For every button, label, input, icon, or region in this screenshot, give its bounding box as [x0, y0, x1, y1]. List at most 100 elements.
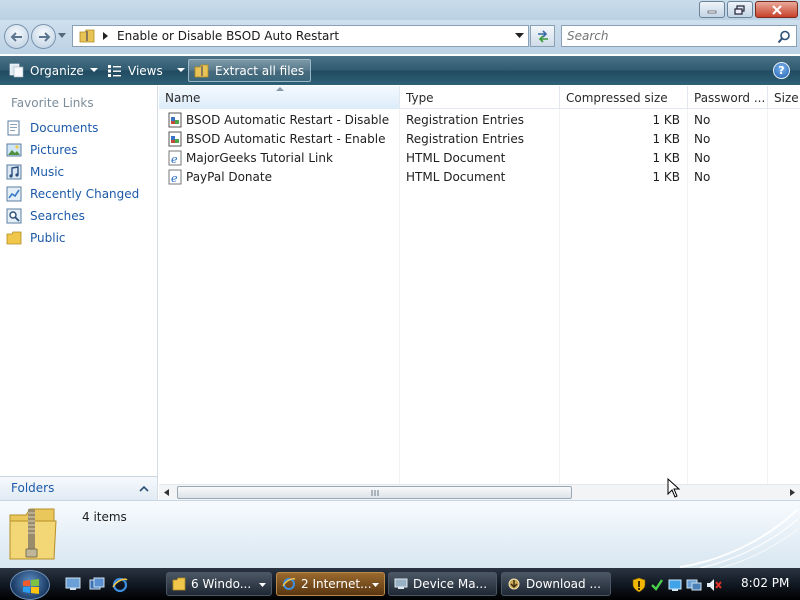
file-row[interactable]: e MajorGeeks Tutorial Link HTML Document… [159, 148, 800, 167]
grip-icon [371, 490, 379, 496]
svg-text:e: e [171, 153, 178, 166]
back-arrow-icon [10, 32, 22, 42]
search-box[interactable] [561, 25, 797, 47]
column-header-password[interactable]: Password ... [688, 86, 768, 109]
search-input[interactable] [562, 26, 767, 46]
taskbar-task-download[interactable]: Download ... [501, 572, 611, 596]
address-dropdown-icon[interactable] [515, 33, 524, 39]
taskbar-task-device-manager[interactable]: Device Ma... [388, 572, 497, 596]
folders-toggle[interactable]: Folders [0, 476, 158, 500]
security-alert-icon[interactable] [632, 577, 646, 593]
file-type-cell: Registration Entries [406, 112, 524, 127]
file-row[interactable]: BSOD Automatic Restart - Disable Registr… [159, 110, 800, 129]
task-label: 6 Windo... [191, 577, 252, 591]
scrollbar-thumb[interactable] [177, 486, 572, 499]
task-group-dropdown-icon [372, 583, 379, 587]
address-bar[interactable]: Enable or Disable BSOD Auto Restart [72, 25, 529, 47]
decorative-swoosh [679, 508, 799, 568]
system-tray [632, 574, 722, 596]
nav-link-music[interactable]: Music [6, 162, 64, 182]
column-header-row: Name Type Compressed size Password ... S… [159, 86, 800, 109]
internet-explorer-icon [282, 578, 296, 590]
column-header-type[interactable]: Type [400, 86, 560, 109]
breadcrumb-arrow-icon[interactable] [103, 32, 109, 40]
forward-button[interactable] [31, 24, 56, 49]
close-icon [771, 4, 782, 15]
file-password-cell: No [694, 131, 711, 146]
nav-link-recently-changed[interactable]: Recently Changed [6, 184, 139, 204]
registry-file-icon [168, 112, 182, 127]
nav-link-label: Documents [30, 121, 99, 135]
file-name: MajorGeeks Tutorial Link [186, 150, 333, 165]
back-button[interactable] [4, 24, 29, 49]
recent-pages-dropdown-icon[interactable] [58, 33, 66, 39]
system-clock[interactable]: 8:02 PM [741, 576, 789, 590]
file-name-cell: BSOD Automatic Restart - Enable [167, 129, 397, 148]
file-row[interactable]: BSOD Automatic Restart - Enable Registra… [159, 129, 800, 148]
organize-icon [9, 63, 24, 78]
close-button[interactable] [755, 1, 798, 18]
organize-label: Organize [30, 63, 84, 78]
switch-windows-icon[interactable] [89, 577, 105, 591]
file-type-cell: Registration Entries [406, 131, 524, 146]
file-name: BSOD Automatic Restart - Disable [186, 112, 390, 127]
organize-button[interactable]: Organize [9, 59, 98, 82]
download-icon [508, 578, 520, 590]
views-icon [108, 64, 121, 77]
taskbar-task-explorer[interactable]: 6 Windo... [166, 572, 272, 596]
updates-icon[interactable] [650, 577, 664, 593]
nav-link-label: Searches [30, 209, 85, 223]
extract-all-files-label: Extract all files [215, 63, 305, 78]
refresh-button[interactable] [530, 25, 555, 47]
column-header-size[interactable]: Size [768, 86, 800, 109]
file-type-cell: HTML Document [406, 169, 506, 184]
horizontal-scrollbar[interactable] [159, 484, 800, 500]
extract-all-files-button[interactable]: Extract all files [188, 59, 312, 82]
help-button[interactable]: ? [773, 62, 790, 79]
file-password-cell: No [694, 169, 711, 184]
display-icon[interactable] [686, 577, 702, 593]
recently-changed-icon [6, 186, 22, 202]
show-desktop-icon[interactable] [65, 577, 81, 591]
nav-link-documents[interactable]: Documents [6, 118, 98, 138]
device-manager-icon [394, 578, 408, 589]
file-password-cell: No [694, 150, 711, 165]
item-count: 4 items [82, 510, 127, 524]
zip-folder-large-icon [9, 508, 57, 560]
windows-logo-icon [23, 579, 39, 594]
file-compressed-size-cell: 1 KB [652, 150, 680, 165]
maximize-button[interactable] [727, 1, 753, 18]
views-dropdown-icon [176, 68, 185, 72]
organize-dropdown-icon [89, 68, 98, 72]
file-list: Name Type Compressed size Password ... S… [159, 86, 800, 484]
nav-link-searches[interactable]: Searches [6, 206, 85, 226]
column-header-compressed-size[interactable]: Compressed size [560, 86, 688, 109]
internet-explorer-icon[interactable] [112, 577, 128, 593]
html-document-icon: e [168, 169, 182, 185]
views-button[interactable]: Views [107, 59, 185, 82]
task-group-dropdown-icon [259, 583, 266, 587]
network-icon[interactable] [668, 577, 682, 593]
start-button[interactable] [10, 570, 50, 600]
file-name-cell: BSOD Automatic Restart - Disable [167, 110, 397, 129]
breadcrumb-current[interactable]: Enable or Disable BSOD Auto Restart [117, 29, 339, 43]
volume-muted-icon[interactable] [706, 577, 722, 593]
sort-ascending-icon [276, 87, 284, 91]
nav-link-public[interactable]: Public [6, 228, 66, 248]
scroll-left-icon[interactable] [164, 489, 169, 496]
search-icon[interactable] [777, 30, 791, 44]
file-row[interactable]: e PayPal Donate HTML Document 1 KB No [159, 167, 800, 186]
task-label: 2 Internet... [301, 577, 372, 591]
file-type-cell: HTML Document [406, 150, 506, 165]
scroll-right-icon[interactable] [790, 489, 795, 496]
taskbar-task-internet-explorer[interactable]: 2 Internet... [276, 572, 385, 596]
folders-label: Folders [11, 481, 55, 495]
folder-icon [172, 577, 186, 591]
views-label: Views [128, 63, 163, 78]
minimize-button[interactable] [699, 1, 725, 18]
refresh-icon [538, 30, 548, 43]
file-password-cell: No [694, 112, 711, 127]
pictures-icon [6, 143, 22, 157]
nav-link-pictures[interactable]: Pictures [6, 140, 78, 160]
nav-link-label: Music [30, 165, 65, 179]
